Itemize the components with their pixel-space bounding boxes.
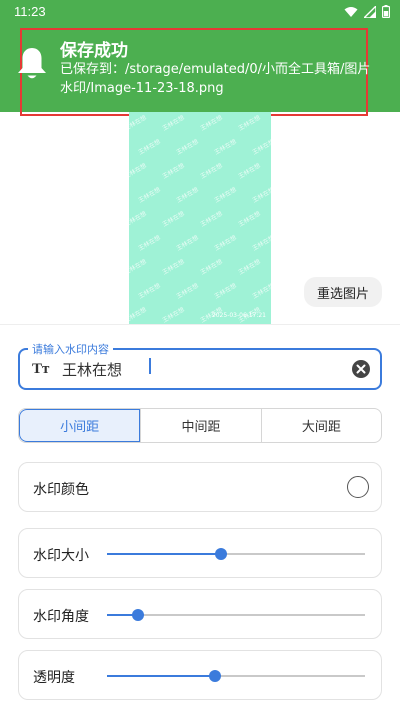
watermark-text: 王林在想 (175, 234, 200, 253)
watermark-text: 王林在想 (129, 306, 148, 324)
watermark-text: 王林在想 (137, 186, 162, 205)
watermark-text: 王林在想 (213, 186, 238, 205)
watermark-text: 王林在想 (175, 186, 200, 205)
notification-message: 已保存到：/storage/emulated/0/小而全工具箱/图片水印/Ima… (60, 62, 371, 96)
opacity-slider[interactable] (107, 670, 365, 682)
spacing-option-large[interactable]: 大间距 (260, 409, 381, 442)
status-time: 11:23 (14, 4, 46, 19)
watermark-text: 王林在想 (251, 234, 271, 253)
save-notification[interactable]: 11:23 保存成功 已保存到：/storage/emulated/0/小而全工… (0, 0, 400, 116)
image-preview: 王林在想 王林在想 王林在想 王林在想 王林在想 王林在想 王林在想 王林在想 王林在想 王林在想… (129, 112, 271, 324)
watermark-text: 王林在想 (251, 186, 271, 205)
watermark-text: 王林在想 (161, 210, 186, 229)
status-bar: 11:23 (0, 0, 400, 24)
text-cursor (149, 358, 151, 374)
slider-thumb[interactable] (131, 609, 144, 621)
watermark-size-slider[interactable] (107, 548, 365, 560)
watermark-text: 王林在想 (129, 210, 148, 229)
reselect-image-button[interactable]: 重选图片 (304, 277, 382, 307)
watermark-text: 王林在想 (237, 258, 262, 277)
slider-thumb[interactable] (209, 670, 222, 682)
color-picker-swatch[interactable] (347, 476, 369, 498)
watermark-text: 王林在想 (237, 210, 262, 229)
watermark-input-value[interactable]: 王林在想 (62, 359, 122, 380)
watermark-text: 王林在想 (199, 162, 224, 181)
watermark-text: 王林在想 (137, 282, 162, 301)
watermark-size-row: 水印大小 (18, 528, 382, 578)
watermark-text: 王林在想 (199, 210, 224, 229)
wifi-icon (344, 6, 358, 17)
opacity-label: 透明度 (33, 670, 75, 686)
watermark-text: 王林在想 (137, 234, 162, 253)
slider-fill (107, 553, 221, 555)
watermark-size-label: 水印大小 (33, 548, 89, 564)
notification-title: 保存成功 (60, 41, 128, 61)
watermark-text: 王林在想 (129, 162, 148, 181)
spacing-option-small[interactable]: 小间距 (19, 409, 141, 442)
watermark-angle-row: 水印角度 (18, 589, 382, 639)
watermark-text: 王林在想 (161, 114, 186, 133)
spacing-segmented-control: 小间距 中间距 大间距 (18, 408, 382, 443)
date-stamp: 2025-03-06 17:21 (211, 312, 266, 319)
battery-icon (382, 5, 390, 18)
slider-fill (107, 675, 216, 677)
spacing-option-medium[interactable]: 中间距 (140, 409, 260, 442)
opacity-row: 透明度 (18, 650, 382, 700)
watermark-text: 王林在想 (129, 258, 148, 277)
watermark-text: 王林在想 (161, 162, 186, 181)
bell-icon (18, 48, 46, 79)
watermark-text: 王林在想 (137, 138, 162, 157)
watermark-text: 王林在想 (213, 138, 238, 157)
watermark-text: 王林在想 (175, 282, 200, 301)
watermark-angle-slider[interactable] (107, 609, 365, 621)
watermark-text: 王林在想 (129, 114, 148, 133)
watermark-color-row[interactable]: 水印颜色 (18, 462, 382, 512)
text-size-icon: Tт (32, 361, 50, 377)
watermark-color-label: 水印颜色 (33, 482, 89, 498)
clear-input-button[interactable] (352, 360, 370, 378)
slider-thumb[interactable] (214, 548, 227, 560)
watermark-input-label: 请输入水印内容 (28, 341, 113, 357)
signal-icon (364, 5, 376, 18)
watermark-text: 王林在想 (161, 258, 186, 277)
watermark-text: 王林在想 (237, 114, 262, 133)
watermark-text: 王林在想 (213, 282, 238, 301)
close-icon (356, 364, 366, 374)
watermark-text: 王林在想 (251, 138, 271, 157)
watermark-text: 王林在想 (175, 138, 200, 157)
watermark-text: 王林在想 (199, 258, 224, 277)
watermark-text: 王林在想 (161, 306, 186, 324)
watermark-text: 王林在想 (213, 234, 238, 253)
watermark-text: 王林在想 (251, 282, 271, 301)
watermark-text: 王林在想 (199, 114, 224, 133)
watermark-text: 王林在想 (237, 162, 262, 181)
watermark-angle-label: 水印角度 (33, 609, 89, 625)
status-icons (344, 5, 390, 18)
